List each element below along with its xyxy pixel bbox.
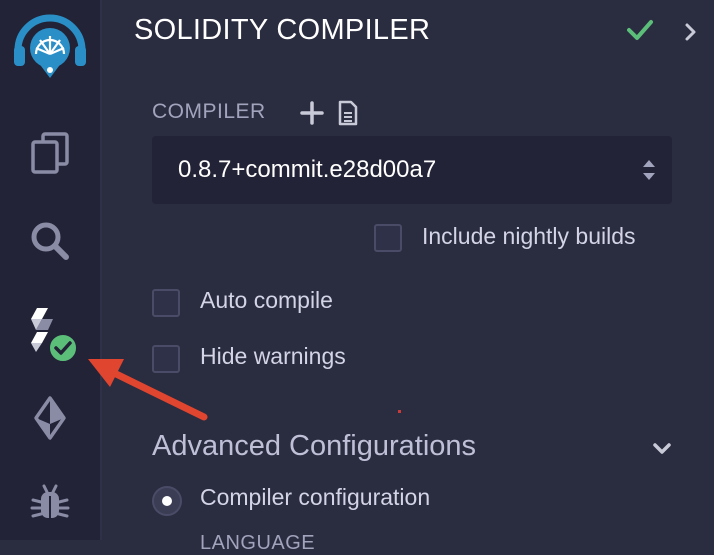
chevron-down-icon[interactable] [652, 442, 672, 461]
language-label: LANGUAGE [200, 532, 316, 554]
advanced-configurations-title[interactable]: Advanced Configurations [152, 430, 476, 463]
compiler-label: COMPILER [152, 100, 266, 123]
auto-compile-label: Auto compile [200, 287, 333, 313]
panel-title: SOLIDITY COMPILER [134, 14, 431, 46]
compiler-version-value: 0.8.7+commit.e28d00a7 [178, 156, 437, 183]
debugger-icon[interactable] [0, 482, 100, 526]
auto-compile-checkbox[interactable] [152, 289, 180, 317]
check-icon [626, 18, 654, 47]
solidity-compiler-panel: SOLIDITY COMPILER COMPILER 0.8.7+commit.… [102, 0, 714, 554]
remix-logo-icon[interactable] [0, 8, 100, 88]
compiler-configuration-radio[interactable] [152, 486, 182, 516]
icon-panel [0, 0, 102, 540]
file-explorer-icon[interactable] [0, 130, 100, 174]
compiler-configuration-label: Compiler configuration [200, 484, 431, 510]
include-nightly-checkbox[interactable] [374, 224, 402, 252]
select-arrows-icon [642, 158, 656, 187]
chevron-right-icon[interactable] [684, 22, 698, 47]
compiler-version-select[interactable]: 0.8.7+commit.e28d00a7 [152, 136, 672, 204]
hide-warnings-label: Hide warnings [200, 343, 346, 369]
search-icon[interactable] [0, 220, 100, 262]
file-text-icon[interactable] [338, 100, 358, 131]
radio-selected-dot [162, 496, 172, 506]
stray-mark [398, 410, 401, 413]
plus-icon[interactable] [300, 101, 324, 130]
include-nightly-label: Include nightly builds [422, 223, 636, 249]
annotation-arrow-icon [80, 345, 210, 430]
compile-success-badge-icon [48, 333, 78, 363]
